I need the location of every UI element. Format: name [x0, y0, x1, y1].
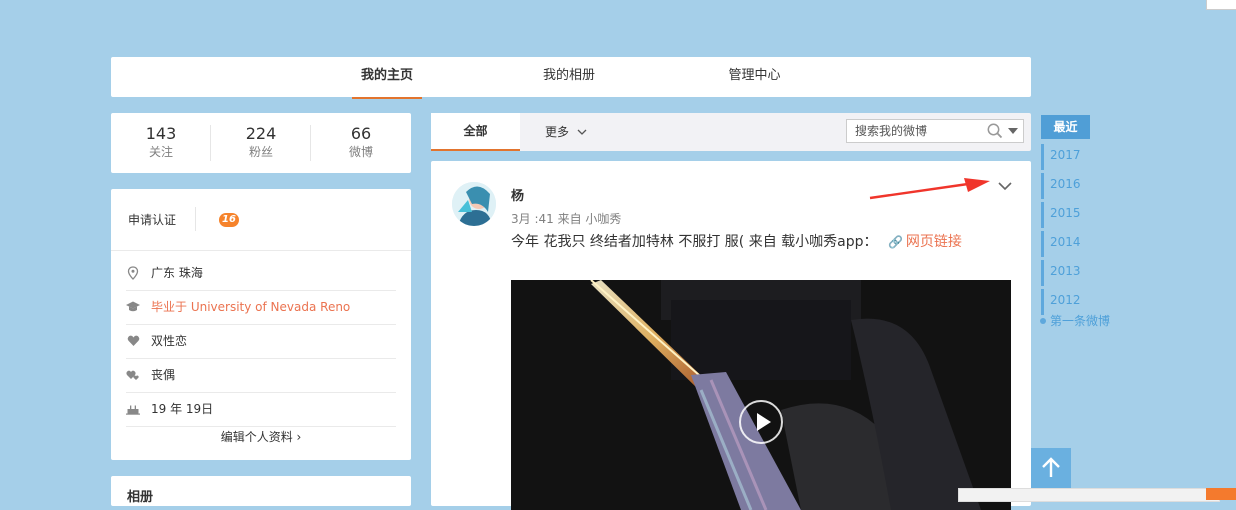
annotation-arrow-icon: [869, 178, 990, 200]
post-body: 今年 花我只 终结者加特林 不服打 服( 来自 载小咖秀app：: [511, 234, 878, 250]
profile-info-card: 申请认证 16 广东 珠海 毕业于 University of Nevada R…: [111, 189, 411, 460]
level-badge[interactable]: 16: [219, 213, 239, 227]
avatar[interactable]: [452, 182, 496, 226]
more-dropdown[interactable]: 更多: [545, 113, 587, 151]
location-text: 广东 珠海: [151, 266, 203, 280]
orientation-text: 双性恋: [151, 334, 188, 348]
more-label: 更多: [545, 125, 570, 139]
relationship-text: 丧偶: [151, 368, 176, 382]
web-link[interactable]: 🔗 网页链接: [882, 234, 962, 250]
timeline-bar: [1041, 202, 1044, 228]
tab-all[interactable]: 全部: [431, 113, 520, 151]
info-row-birthday: 19 年 19日: [126, 392, 396, 427]
tab-my-home[interactable]: 我的主页: [352, 57, 422, 99]
top-nav: 我的主页 我的相册 管理中心: [111, 57, 1031, 99]
album-title: 相册: [127, 490, 154, 505]
info-row-orientation: 双性恋: [126, 324, 396, 359]
posts-label: 微博: [348, 145, 373, 159]
search-input[interactable]: [847, 120, 991, 142]
following-count: 143: [145, 124, 177, 143]
back-to-top-button[interactable]: [1031, 448, 1071, 488]
web-link-text: 网页链接: [905, 234, 962, 250]
search-box: [846, 119, 1024, 143]
timeline-bar: [1041, 289, 1044, 315]
post-author[interactable]: 杨: [511, 185, 524, 204]
timeline-recent[interactable]: 最近: [1041, 115, 1090, 139]
following-label: 关注: [148, 145, 173, 159]
corner-widget: [1206, 0, 1236, 10]
chevron-down-icon[interactable]: [997, 179, 1013, 193]
info-row-relationship: 丧偶: [126, 358, 396, 393]
tab-my-album[interactable]: 我的相册: [534, 57, 604, 97]
post-text: 今年 花我只 终结者加特林 不服打 服( 来自 载小咖秀app： 🔗 网页链接: [511, 231, 1016, 253]
tab-management-center[interactable]: 管理中心: [717, 57, 792, 97]
feed-post-card: 杨 3月 :41 来自 小咖秀 今年 花我只 终结者加特林 不服打 服( 来自 …: [431, 161, 1031, 510]
timeline-dot: [1040, 318, 1046, 324]
followers-count: 224: [245, 124, 277, 143]
info-row-location: 广东 珠海: [126, 256, 396, 291]
post-meta: 3月 :41 来自 小咖秀: [511, 212, 622, 226]
timeline-first-post[interactable]: 第一条微博: [1050, 312, 1110, 329]
timeline-bar: [1041, 231, 1044, 257]
timeline-bar: [1041, 144, 1044, 170]
divider: [111, 250, 411, 251]
posts-count: 66: [350, 124, 372, 143]
apply-verification-link[interactable]: 申请认证: [128, 211, 176, 228]
timeline-bar: [1041, 260, 1044, 286]
edit-profile-link[interactable]: 编辑个人资料 ›: [111, 427, 411, 447]
timeline-year-2014[interactable]: 2014: [1050, 229, 1081, 255]
timeline-bar: [1041, 173, 1044, 199]
timeline-year-2013[interactable]: 2013: [1050, 258, 1081, 284]
album-card: 相册: [111, 476, 411, 506]
video-player[interactable]: [511, 280, 1011, 510]
chevron-down-icon: [577, 129, 587, 135]
birthday-text: 19 年 19日: [151, 402, 214, 416]
stat-followers[interactable]: 224 粉丝: [211, 124, 311, 160]
feed-filter-bar: 全部 更多: [431, 113, 1031, 151]
timeline-year-2017[interactable]: 2017: [1050, 142, 1081, 168]
chat-tab[interactable]: [1206, 488, 1236, 500]
timeline-year-2015[interactable]: 2015: [1050, 200, 1081, 226]
timeline-year-2012[interactable]: 2012: [1050, 287, 1081, 313]
cert-divider: [195, 207, 196, 231]
link-icon: 🔗: [887, 235, 903, 249]
search-dropdown-arrow[interactable]: [1008, 128, 1018, 134]
followers-label: 粉丝: [248, 145, 273, 159]
stats-card: 143 关注 224 粉丝 66 微博: [111, 113, 411, 173]
timeline-year-2016[interactable]: 2016: [1050, 171, 1081, 197]
info-row-education: 毕业于 University of Nevada Reno: [126, 290, 396, 325]
play-button[interactable]: [739, 400, 783, 444]
video-thumbnail: [511, 280, 1011, 510]
search-icon[interactable]: [986, 122, 1004, 140]
arrow-up-icon: [1042, 457, 1060, 477]
education-text[interactable]: 毕业于 University of Nevada Reno: [151, 290, 350, 324]
stat-posts[interactable]: 66 微博: [311, 124, 411, 160]
stat-following[interactable]: 143 关注: [111, 124, 211, 160]
